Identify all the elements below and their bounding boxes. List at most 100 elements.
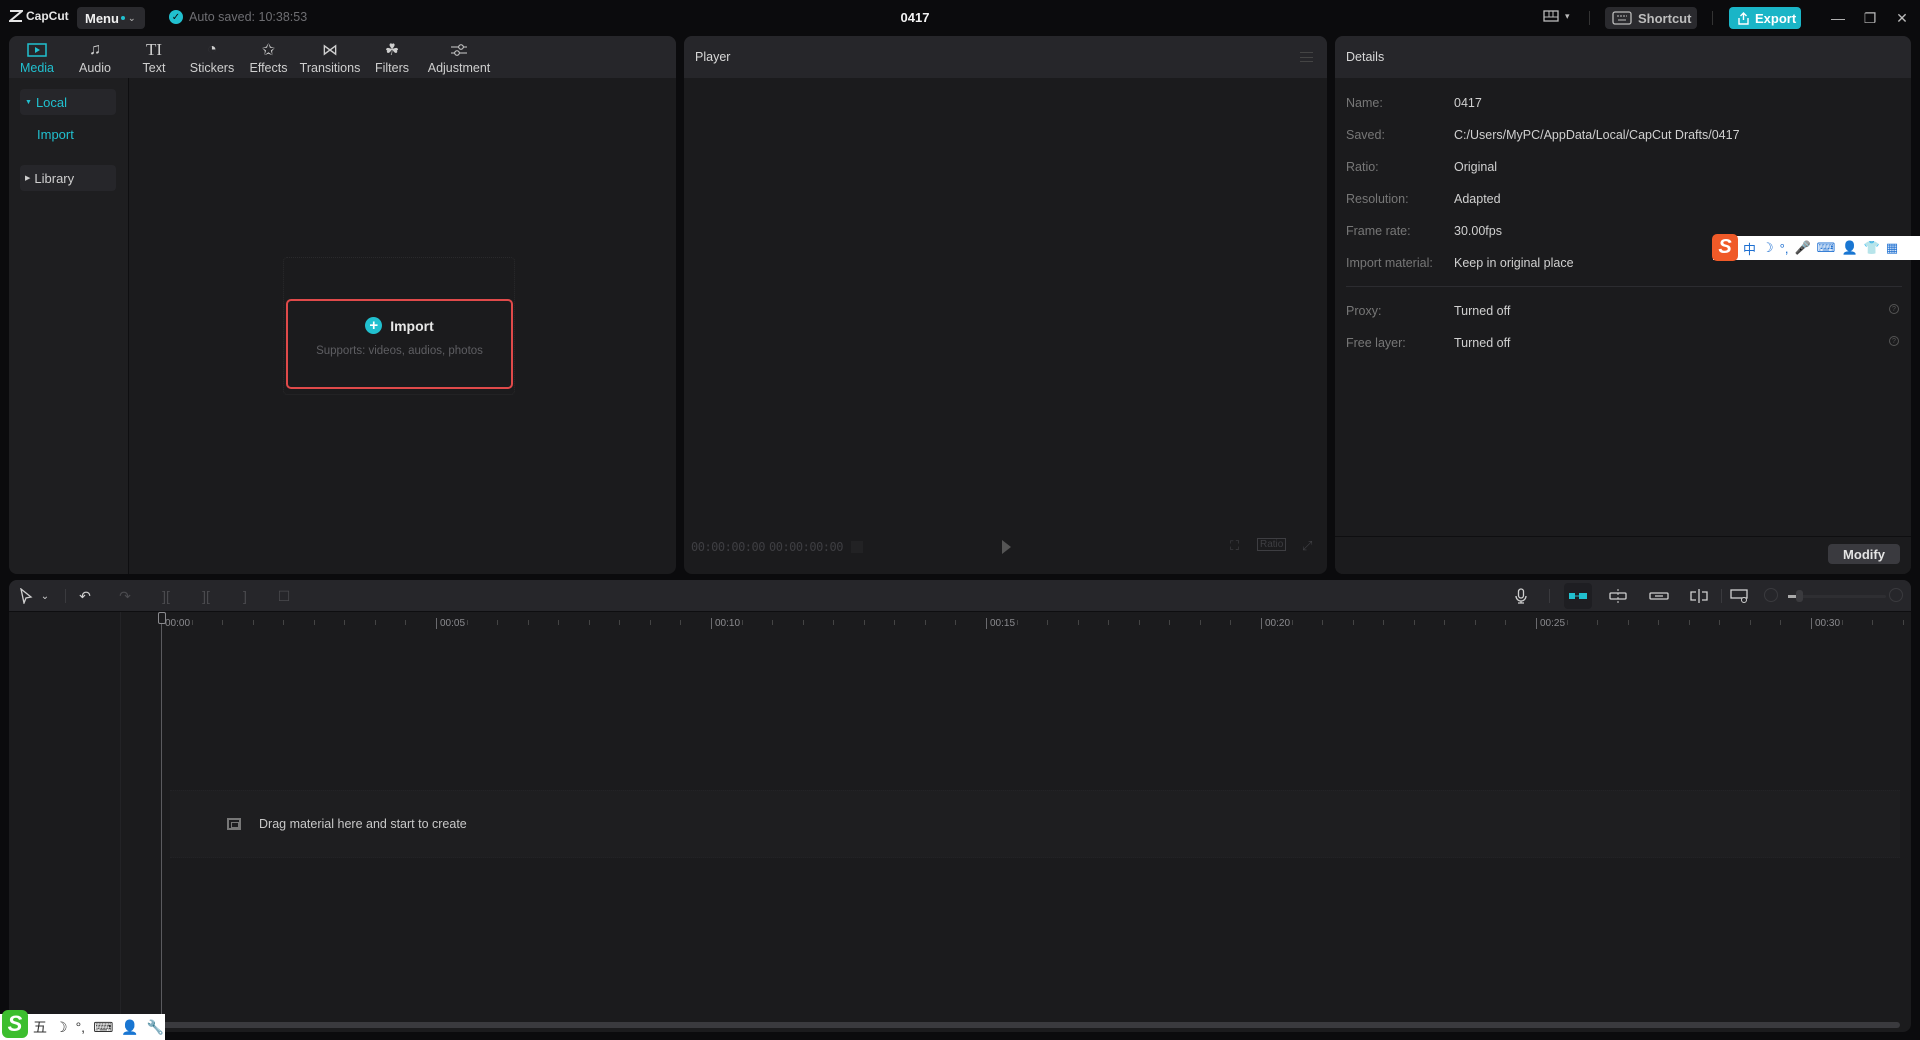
player-panel: Player 00:00:00:00 00:00:00:00 ⛶ Ratio ⤢ (684, 36, 1327, 574)
zoom-in-button[interactable] (1889, 588, 1903, 602)
drop-hint: Drag material here and start to create (227, 817, 467, 831)
delete-right-button[interactable]: ] (236, 586, 254, 606)
timecode-toggle[interactable] (851, 541, 863, 553)
player-viewport (684, 78, 1327, 528)
ime-halfwidth-icon[interactable]: ☽ (1762, 240, 1774, 256)
ruler-tick (1291, 620, 1293, 625)
ruler-label: 00:20 (1261, 618, 1290, 629)
text-icon: TI (145, 40, 163, 59)
timeline-ruler[interactable]: 00:00 00:05 00:10 00:15 00:20 00:25 00:30 (121, 612, 1911, 634)
ime-toolbox-icon[interactable]: ▦ (1886, 240, 1898, 256)
tab-transitions[interactable]: ⋈ Transitions (298, 40, 362, 75)
sogou-logo-icon[interactable]: S (2, 1010, 28, 1038)
ime-punctuation-icon[interactable]: °, (1780, 241, 1789, 256)
ruler-tick (649, 620, 651, 625)
undo-button[interactable]: ↶ (76, 586, 94, 606)
main-track-drop-zone[interactable]: Drag material here and start to create (170, 790, 1900, 858)
record-audio-button[interactable] (1512, 586, 1530, 606)
tab-filters[interactable]: ☘ Filters (372, 40, 412, 75)
details-title: Details (1346, 50, 1385, 64)
playhead[interactable] (161, 612, 162, 1022)
tab-stickers[interactable]: ◔ Stickers (187, 40, 237, 75)
detail-value: Keep in original place (1454, 256, 1574, 270)
ime-user-icon[interactable]: 👤 (121, 1019, 138, 1036)
layout-button[interactable]: ▾ (1543, 10, 1570, 22)
shortcut-label: Shortcut (1638, 10, 1692, 26)
detail-value: Original (1454, 160, 1498, 174)
zoom-slider-handle[interactable] (1795, 590, 1803, 602)
tab-media[interactable]: Media (17, 40, 57, 75)
ime-wubi-icon[interactable]: 五 (33, 1017, 47, 1037)
separator (1712, 11, 1713, 25)
modify-button[interactable]: Modify (1828, 544, 1900, 564)
delete-button[interactable]: ☐ (275, 586, 293, 606)
shortcut-button[interactable]: Shortcut (1605, 7, 1697, 29)
redo-icon: ↷ (119, 587, 131, 604)
close-button[interactable]: ✕ (1892, 8, 1912, 28)
timeline-zoom-slider[interactable] (1788, 590, 1886, 602)
preview-axis-toggle[interactable] (1688, 586, 1710, 606)
delete-left-button[interactable]: ][ (197, 586, 215, 606)
ruler-tick (1688, 620, 1690, 625)
details-footer (1335, 536, 1911, 574)
ruler-tick (1230, 620, 1232, 625)
fullscreen-icon[interactable]: ⤢ (1302, 538, 1312, 554)
ruler-tick (252, 620, 254, 625)
main-track-magnet-toggle[interactable] (1564, 583, 1592, 609)
zoom-to-fit-button[interactable] (1729, 586, 1751, 606)
tab-effects[interactable]: ✩ Effects (246, 40, 291, 75)
tab-text[interactable]: TI Text (134, 40, 174, 75)
hamburger-menu-icon[interactable] (1300, 52, 1313, 62)
sidebar-item-library[interactable]: ▶ Library (20, 165, 116, 191)
detail-label: Resolution: (1346, 192, 1409, 206)
ruler-tick (1444, 620, 1446, 625)
details-header: Details (1335, 36, 1911, 78)
redo-button[interactable]: ↷ (116, 586, 134, 606)
sidebar-item-local[interactable]: ▼ Local (20, 89, 116, 115)
import-button[interactable]: + Import Supports: videos, audios, photo… (286, 299, 513, 389)
ime-halfwidth-icon[interactable]: ☽ (55, 1019, 68, 1036)
ime-user-icon[interactable]: 👤 (1841, 240, 1857, 256)
help-icon[interactable]: ? (1889, 304, 1899, 314)
sogou-logo-icon[interactable]: S (1712, 234, 1738, 261)
detail-value: Adapted (1454, 192, 1501, 206)
select-tool-dropdown[interactable]: ⌄ (39, 586, 51, 606)
import-supported-formats: Supports: videos, audios, photos (316, 345, 483, 357)
ime-keyboard-icon[interactable]: ⌨ (1817, 240, 1836, 256)
ime-settings-icon[interactable]: 🔧 (147, 1019, 164, 1036)
linkage-toggle[interactable] (1648, 586, 1670, 606)
ratio-button[interactable]: Ratio (1257, 538, 1287, 551)
ime-chinese-mode-icon[interactable]: 中 (1743, 239, 1756, 258)
ime-punctuation-icon[interactable]: °, (76, 1019, 86, 1035)
playhead-handle[interactable] (158, 612, 166, 624)
ruler-tick (1566, 620, 1568, 625)
ruler-tick (466, 620, 468, 625)
timeline-horizontal-scrollbar[interactable] (160, 1022, 1900, 1028)
ruler-tick (588, 620, 590, 625)
ruler-tick (833, 620, 835, 625)
tab-label: Audio (79, 61, 111, 75)
help-icon[interactable]: ? (1889, 336, 1899, 346)
tab-adjustment[interactable]: Adjustment (423, 40, 495, 75)
select-tool-button[interactable] (17, 586, 35, 606)
tab-audio[interactable]: ♫ Audio (75, 40, 115, 75)
separator (65, 589, 66, 603)
restore-button[interactable]: ❐ (1860, 8, 1880, 28)
trim-right-icon: ] (243, 588, 247, 604)
detail-value: 30.00fps (1454, 224, 1502, 238)
fit-screen-icon[interactable]: ⛶ (1230, 538, 1239, 554)
sidebar-item-import[interactable]: Import (37, 127, 74, 142)
auto-snapping-toggle[interactable] (1607, 586, 1629, 606)
ime-microphone-icon[interactable]: 🎤 (1794, 240, 1810, 256)
split-button[interactable]: ][ (157, 586, 175, 606)
play-icon[interactable] (1002, 540, 1011, 554)
ruler-tick (222, 620, 224, 625)
minimize-button[interactable]: — (1828, 8, 1848, 28)
tab-label: Transitions (299, 61, 361, 75)
zoom-out-button[interactable] (1764, 588, 1778, 602)
ime-keyboard-icon[interactable]: ⌨ (93, 1019, 113, 1036)
ime-skin-icon[interactable]: 👕 (1864, 240, 1880, 256)
export-button[interactable]: Export (1729, 7, 1801, 29)
ruler-tick (955, 620, 957, 625)
split-icon: ][ (162, 588, 170, 604)
